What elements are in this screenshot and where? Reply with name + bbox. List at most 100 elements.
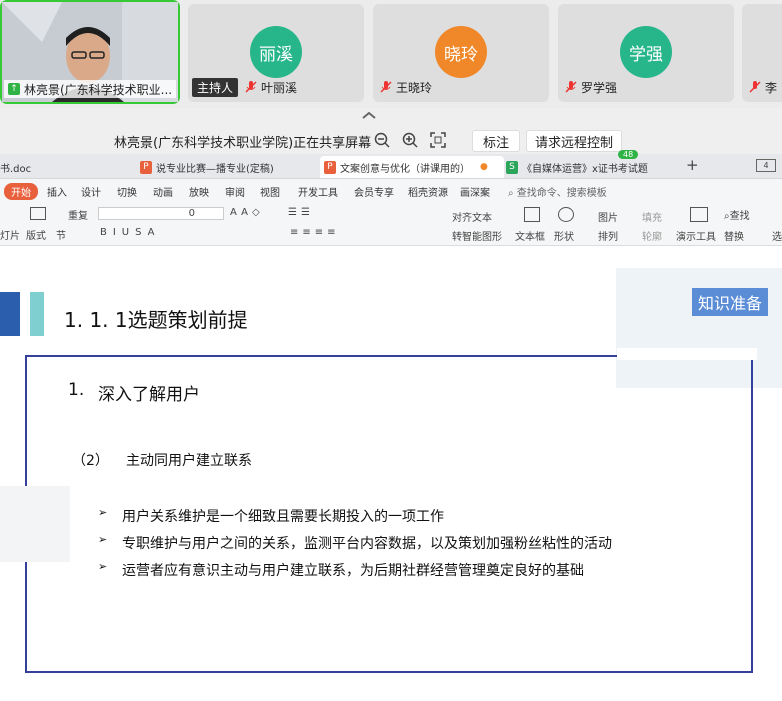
share-up-icon: ↑ (8, 83, 20, 95)
arrange-button[interactable]: 排列 (598, 228, 618, 243)
participant-name-bar: 李 (742, 78, 777, 96)
avatar: 丽溪 (250, 26, 302, 78)
ppt-file-icon: P (140, 160, 152, 174)
mic-off-icon (565, 81, 577, 93)
picture-button[interactable]: 图片 (598, 209, 618, 224)
replace-button[interactable]: 替换 (724, 228, 744, 243)
participant-name-bar: 罗学强 (558, 78, 617, 96)
doc-tab[interactable]: P 说专业比赛—播专业(定稿) (140, 156, 310, 178)
font-size-select[interactable]: 0 (98, 207, 224, 220)
font-size-step-buttons[interactable]: AA◇ (230, 207, 264, 218)
present-tools-icon (690, 207, 708, 222)
heading-number: 1. (68, 380, 85, 400)
align-text-button[interactable]: 对齐文本 (452, 209, 492, 224)
textbox-button[interactable]: 文本框 (515, 228, 545, 243)
annotate-button[interactable]: 标注 (472, 130, 520, 152)
participant-strip: ↑ 林亮景(广东科学技术职业... 丽溪 主持人 叶丽溪 晓玲 王晓玲 学强 罗… (0, 0, 782, 108)
command-search[interactable]: ⌕ 查找命令、搜索模板 (508, 184, 607, 199)
doc-tab[interactable]: S 《自媒体运营》x证书考试题 (506, 156, 656, 178)
list-buttons[interactable]: ☰☰ (288, 207, 314, 218)
participant-name: 王晓玲 (396, 80, 433, 95)
doc-tab-label: 书.doc (0, 163, 32, 175)
section-button[interactable]: 节 (56, 227, 66, 242)
share-status-text: 林亮景(广东科学技术职业学院)正在共享屏幕 (114, 136, 372, 151)
bullet-arrow-icon: ➢ (98, 533, 108, 546)
mic-off-icon (749, 81, 761, 93)
self-video-tile[interactable]: ↑ 林亮景(广东科学技术职业... (0, 0, 180, 104)
layout-icon (30, 207, 46, 220)
new-tab-icon[interactable]: + (686, 156, 699, 174)
shape-icon (558, 207, 574, 222)
zoom-in-icon[interactable] (402, 132, 418, 148)
knowledge-badge: 知识准备 (692, 288, 769, 316)
participant-tile[interactable]: 李 (742, 4, 782, 102)
bullet-arrow-icon: ➢ (98, 560, 108, 573)
menu-insert[interactable]: 插入 (47, 184, 67, 199)
mic-off-icon (380, 81, 392, 93)
menu-animation[interactable]: 动画 (153, 184, 173, 199)
font-style-buttons[interactable]: BIUSA (100, 227, 161, 238)
menu-transition[interactable]: 切换 (117, 184, 137, 199)
screen-share-bar: 林亮景(广东科学技术职业学院)正在共享屏幕 标注 请求远程控制 (0, 108, 782, 154)
search-icon: ⌕ (508, 188, 514, 199)
ppt-file-icon: P (324, 160, 336, 174)
menu-design[interactable]: 设计 (81, 184, 101, 199)
menu-review[interactable]: 审阅 (225, 184, 245, 199)
paragraph-align-buttons[interactable]: ≡≡≡≡ (290, 227, 340, 238)
find-label: 查找 (729, 211, 750, 222)
menu-developer[interactable]: 开发工具 (298, 184, 338, 199)
textbox-icon (524, 207, 540, 222)
menu-home[interactable]: 开始 (4, 183, 38, 200)
doc-tab-label: 《自媒体运营》x证书考试题 (522, 163, 648, 175)
fit-screen-icon[interactable] (430, 132, 446, 148)
participant-tile[interactable]: 学强 罗学强 (558, 4, 734, 102)
menu-slideshow[interactable]: 放映 (189, 184, 209, 199)
menu-member[interactable]: 会员专享 (354, 184, 394, 199)
search-hint: 查找命令、搜索模板 (516, 188, 607, 199)
subheading-number: （2） (72, 453, 109, 469)
self-name-bar: ↑ 林亮景(广东科学技术职业... (4, 80, 176, 98)
bullet-text: 用户关系维护是一个细致且需要长期投入的一项工作 (122, 509, 444, 525)
request-remote-control-button[interactable]: 请求远程控制 (526, 130, 622, 152)
layout-button[interactable]: 版式 (26, 227, 46, 242)
tab-list-icon[interactable]: 4 (756, 159, 776, 172)
participant-name: 李 (765, 80, 778, 95)
smartart-button[interactable]: 转智能图形 (452, 228, 502, 243)
host-badge: 主持人 (192, 77, 239, 97)
slide-canvas: 1. 1. 1选题策划前提 知识准备 1. 深入了解用户 （2） 主动同用户建立… (0, 262, 782, 701)
self-name: 林亮景(广东科学技术职业... (24, 82, 173, 97)
present-tools-button[interactable]: 演示工具 (676, 228, 716, 243)
fill-button[interactable]: 填充 (642, 209, 662, 224)
zoom-out-icon[interactable] (374, 132, 390, 148)
menu-docer[interactable]: 稻壳资源 (408, 184, 448, 199)
doc-tab[interactable]: 书.doc (0, 156, 130, 178)
heading-text: 深入了解用户 (98, 385, 200, 405)
ribbon-toolbar: 灯片 版式 重复 节 0 BIUSA AA◇ ☰☰ ≡≡≡≡ 对齐文本 转智能图… (0, 201, 782, 246)
new-slide-button[interactable]: 灯片 (0, 227, 20, 242)
doc-tab-label: 文案创意与优化（讲课用的） (340, 163, 470, 175)
bullet-arrow-icon: ➢ (98, 506, 108, 519)
section-heading: 1. 1. 1选题策划前提 (64, 308, 248, 332)
participant-name: 罗学强 (581, 80, 618, 95)
doc-tab-active[interactable]: P 文案创意与优化（讲课用的） ● (320, 156, 504, 178)
participant-tile[interactable]: 晓玲 王晓玲 (373, 4, 549, 102)
ribbon-menu: 开始 插入 设计 切换 动画 放映 审阅 视图 开发工具 会员专享 稻壳资源 画… (0, 179, 782, 201)
select-button[interactable]: 选 (772, 228, 782, 243)
menu-extra[interactable]: 画深案 (460, 184, 490, 199)
unsaved-dot-icon: ● (480, 162, 488, 172)
find-button[interactable]: ⌕查找 (724, 207, 750, 222)
document-tabs: 书.doc P 说专业比赛—播专业(定稿) P 文案创意与优化（讲课用的） ● … (0, 150, 782, 179)
redo-button[interactable]: 重复 (68, 207, 88, 222)
shape-button[interactable]: 形状 (554, 228, 574, 243)
participant-name: 叶丽溪 (261, 80, 298, 95)
outline-button[interactable]: 轮廓 (642, 228, 662, 243)
collapse-chevron-icon[interactable] (361, 110, 377, 120)
avatar: 晓玲 (435, 26, 487, 78)
menu-view[interactable]: 视图 (260, 184, 280, 199)
tab-count-badge: 48 (618, 150, 639, 159)
avatar: 学强 (620, 26, 672, 78)
doc-tab-label: 说专业比赛—播专业(定稿) (156, 163, 274, 175)
bullet-text: 运营者应有意识主动与用户建立联系，为后期社群经营管理奠定良好的基础 (122, 563, 584, 579)
participant-tile[interactable]: 丽溪 主持人 叶丽溪 (188, 4, 364, 102)
participant-name-bar: 王晓玲 (373, 78, 432, 96)
